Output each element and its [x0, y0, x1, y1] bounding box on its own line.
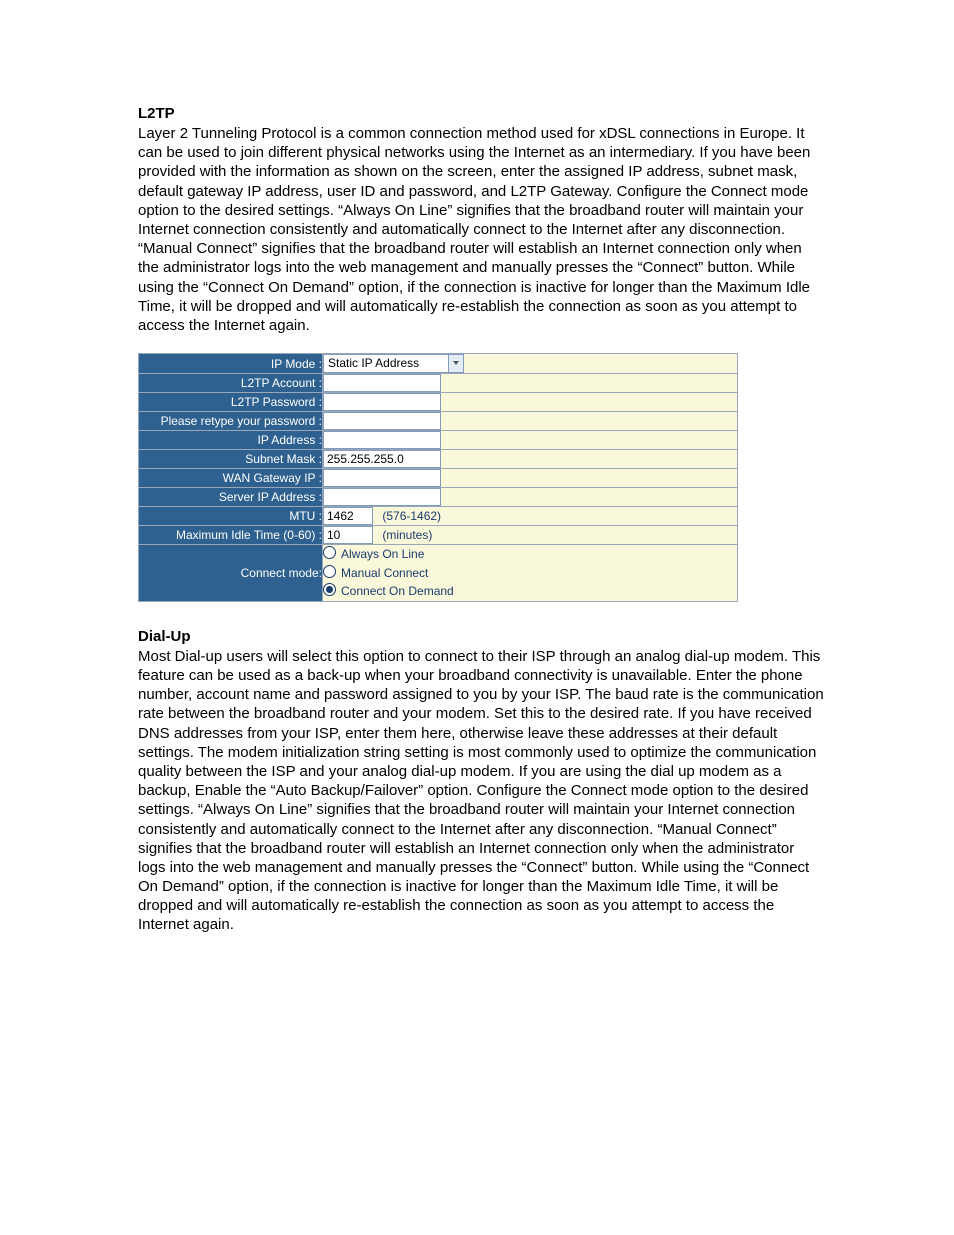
label-retype-password: Please retype your password :	[139, 412, 323, 431]
label-max-idle-time: Maximum Idle Time (0-60) :	[139, 526, 323, 545]
max-idle-hint: (minutes)	[382, 528, 432, 542]
mtu-hint: (576-1462)	[382, 509, 441, 523]
dialup-heading: Dial-Up	[138, 628, 824, 645]
label-ip-address: IP Address :	[139, 431, 323, 450]
ip-address-input[interactable]	[323, 431, 441, 449]
dialup-body: Most Dial-up users will select this opti…	[138, 647, 824, 935]
radio-manual-connect[interactable]	[323, 565, 336, 578]
l2tp-account-input[interactable]	[323, 374, 441, 392]
label-connect-mode: Connect mode:	[139, 545, 323, 602]
l2tp-body: Layer 2 Tunneling Protocol is a common c…	[138, 124, 824, 335]
label-wan-gateway-ip: WAN Gateway IP :	[139, 469, 323, 488]
radio-always-on-line[interactable]	[323, 546, 336, 559]
label-ip-mode: IP Mode :	[139, 354, 323, 374]
ip-mode-select[interactable]: Static IP Address	[323, 354, 464, 373]
radio-label-always: Always On Line	[341, 547, 424, 561]
l2tp-section: L2TP Layer 2 Tunneling Protocol is a com…	[138, 105, 824, 335]
max-idle-input[interactable]	[323, 526, 373, 544]
wan-gateway-ip-input[interactable]	[323, 469, 441, 487]
dialup-section: Dial-Up Most Dial-up users will select t…	[138, 628, 824, 935]
chevron-down-icon	[448, 355, 463, 372]
label-l2tp-account: L2TP Account :	[139, 374, 323, 393]
label-l2tp-password: L2TP Password :	[139, 393, 323, 412]
mtu-input[interactable]	[323, 507, 373, 525]
radio-connect-on-demand[interactable]	[323, 583, 336, 596]
radio-label-manual: Manual Connect	[341, 566, 428, 580]
l2tp-password-input[interactable]	[323, 393, 441, 411]
connect-mode-group: Always On Line Manual Connect Connect On…	[323, 545, 737, 601]
retype-password-input[interactable]	[323, 412, 441, 430]
label-mtu: MTU :	[139, 507, 323, 526]
l2tp-heading: L2TP	[138, 105, 824, 122]
label-server-ip-address: Server IP Address :	[139, 488, 323, 507]
subnet-mask-input[interactable]	[323, 450, 441, 468]
server-ip-address-input[interactable]	[323, 488, 441, 506]
l2tp-config-table: IP Mode : Static IP Address L2TP Account…	[138, 353, 738, 602]
radio-label-demand: Connect On Demand	[341, 584, 454, 598]
ip-mode-select-text: Static IP Address	[324, 355, 423, 372]
label-subnet-mask: Subnet Mask :	[139, 450, 323, 469]
